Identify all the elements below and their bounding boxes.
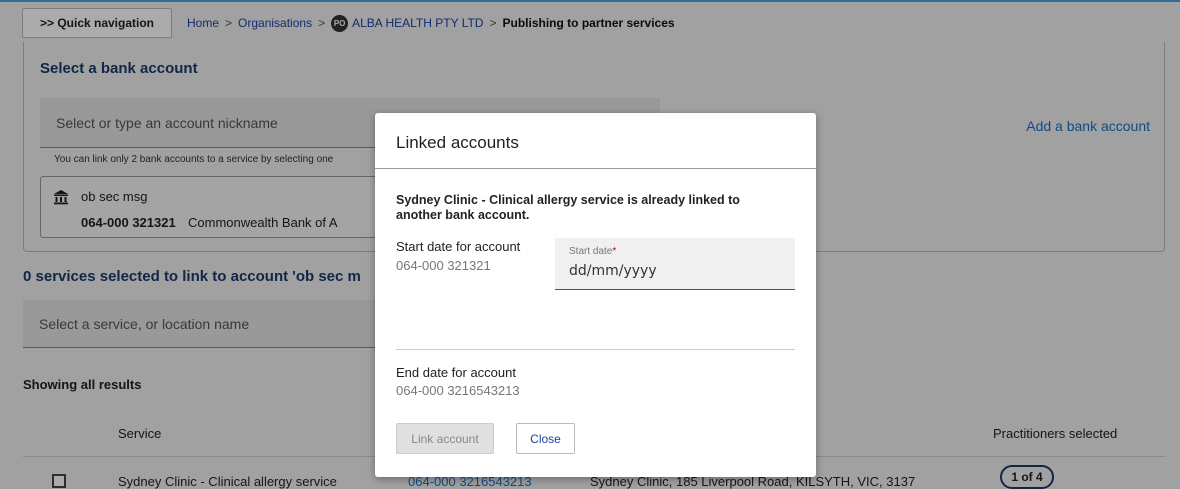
close-button[interactable]: Close [516, 423, 575, 454]
end-date-label: End date for account [396, 365, 516, 380]
dialog-title-divider [375, 168, 816, 169]
dialog-message: Sydney Clinic - Clinical allergy service… [396, 193, 740, 222]
dialog-section-divider [396, 349, 795, 350]
end-account-number: 064-000 3216543213 [396, 383, 520, 398]
start-date-label: Start date for account [396, 239, 521, 254]
start-account-number: 064-000 321321 [396, 258, 491, 273]
link-account-button[interactable]: Link account [396, 423, 494, 454]
linked-accounts-dialog: Linked accounts Sydney Clinic - Clinical… [375, 113, 816, 477]
required-mark: * [612, 246, 617, 257]
start-date-field-label: Start date* [569, 246, 617, 257]
dialog-title: Linked accounts [396, 133, 519, 152]
start-date-placeholder: dd/mm/yyyy [569, 263, 657, 279]
start-date-input[interactable]: Start date* dd/mm/yyyy [555, 238, 795, 290]
